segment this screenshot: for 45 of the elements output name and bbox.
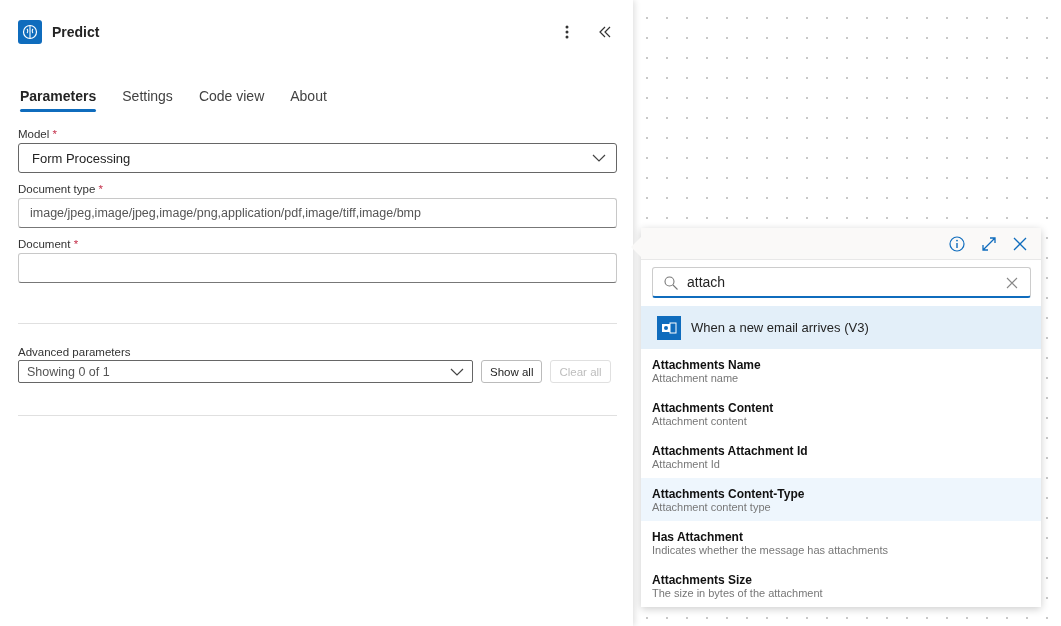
chevron-down-icon bbox=[450, 367, 464, 376]
panel-title: Predict bbox=[52, 24, 100, 40]
info-icon[interactable] bbox=[949, 235, 965, 252]
clear-icon[interactable] bbox=[1006, 277, 1018, 289]
mail-app-icon bbox=[657, 315, 681, 340]
advanced-parameters-dropdown[interactable]: Showing 0 of 1 bbox=[18, 360, 473, 383]
input-field[interactable] bbox=[18, 253, 617, 283]
dynamic-content-item[interactable]: Attachments Attachment Id Attachment Id bbox=[641, 435, 1041, 478]
field-label: Document type bbox=[18, 183, 96, 195]
item-title: Attachments Content-Type bbox=[652, 486, 806, 501]
field-label: Model bbox=[18, 128, 50, 140]
field-label: Document bbox=[18, 238, 71, 250]
item-description: Attachment Id bbox=[652, 457, 721, 470]
dynamic-content-item[interactable]: Attachments Name Attachment name bbox=[641, 349, 1041, 392]
required-mark: * bbox=[73, 238, 79, 250]
item-description: The size in bytes of the attachment bbox=[652, 586, 824, 599]
search-field[interactable]: attach bbox=[652, 267, 1031, 298]
item-title: Attachments Attachment Id bbox=[652, 443, 809, 458]
item-description: Attachment content type bbox=[652, 500, 771, 513]
item-title: Attachments Name bbox=[652, 357, 762, 372]
tab[interactable]: Parameters bbox=[18, 80, 121, 112]
dynamic-content-item[interactable]: Attachments Size The size in bytes of the attachment bbox=[641, 564, 1041, 607]
close-icon[interactable] bbox=[1013, 236, 1027, 251]
tab[interactable]: About bbox=[288, 80, 351, 112]
model-dropdown[interactable]: Form Processing bbox=[18, 143, 617, 173]
item-description: Attachment name bbox=[652, 371, 740, 384]
connector-header[interactable]: When a new email arrives (V3) bbox=[641, 306, 1041, 349]
action-button[interactable]: Show all bbox=[481, 360, 543, 383]
tab[interactable]: Code view bbox=[196, 80, 289, 112]
item-title: Has Attachment bbox=[652, 529, 744, 544]
item-title: Attachments Size bbox=[652, 572, 754, 587]
dynamic-content-item[interactable]: Attachments Content-Type Attachment content type bbox=[641, 478, 1041, 521]
item-title: Attachments Content bbox=[652, 400, 775, 415]
dynamic-content-item[interactable]: Has Attachment Indicates whether the message has attachments bbox=[641, 521, 1041, 564]
chevron-down-icon bbox=[592, 154, 606, 162]
expand-icon[interactable] bbox=[981, 235, 997, 252]
required-mark: * bbox=[52, 128, 57, 140]
item-description: Attachment content bbox=[652, 414, 748, 427]
tab[interactable]: Settings bbox=[120, 80, 197, 112]
item-description: Indicates whether the message has attachments bbox=[652, 543, 890, 556]
input-field[interactable]: image/jpeg,image/jpeg,image/png,application/pdf,image/tiff,image/bmp bbox=[18, 198, 617, 228]
field-label: Advanced parameters bbox=[18, 346, 132, 358]
search-icon bbox=[664, 276, 678, 290]
dynamic-content-item[interactable]: Attachments Content Attachment content bbox=[641, 392, 1041, 435]
required-mark: * bbox=[98, 183, 104, 195]
